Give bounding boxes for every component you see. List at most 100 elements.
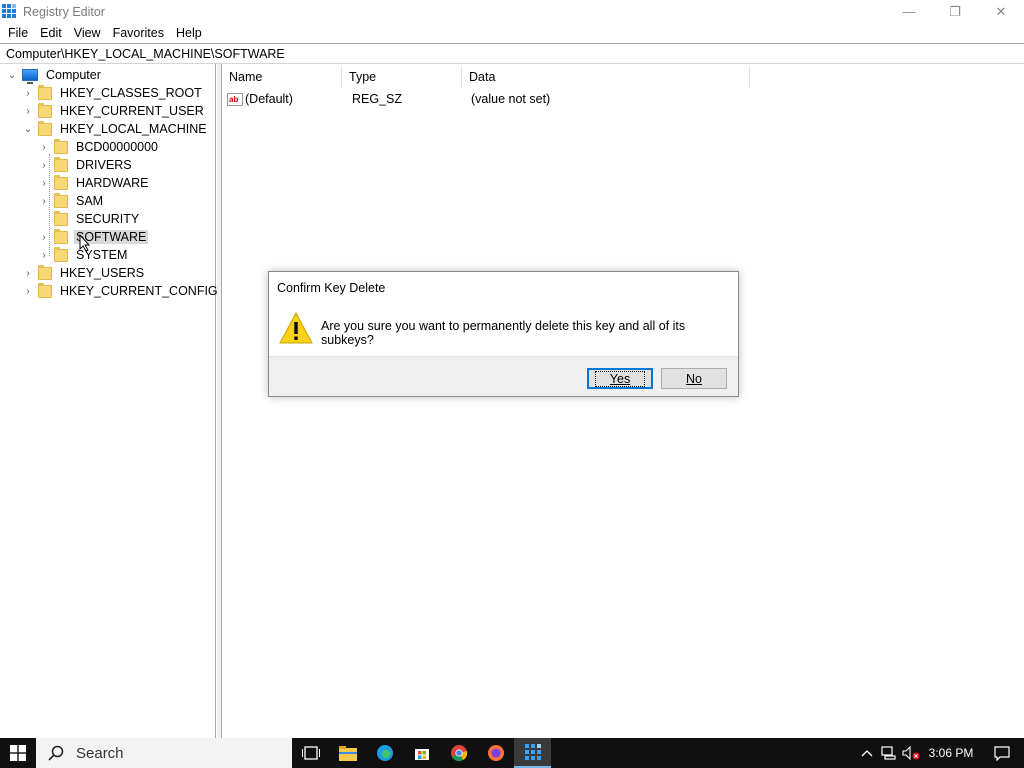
no-button-label: No [686, 371, 702, 386]
chevron-down-icon[interactable]: ⌄ [22, 123, 34, 135]
tree-item-drivers[interactable]: › DRIVERS [38, 156, 134, 174]
folder-icon [38, 264, 52, 280]
folder-icon [54, 246, 68, 262]
clock[interactable]: 3:06 PM [922, 746, 980, 760]
tree-item-software[interactable]: › SOFTWARE [38, 228, 149, 246]
yes-button-label: Yes [594, 370, 646, 387]
chrome-button[interactable] [440, 738, 477, 768]
menu-bar: File Edit View Favorites Help [0, 23, 1024, 42]
folder-icon [54, 156, 68, 172]
chevron-right-icon[interactable]: › [38, 177, 50, 189]
tree-item-hkey-local-machine[interactable]: ⌄ HKEY_LOCAL_MACHINE [22, 120, 209, 138]
tree-item-bcd00000000[interactable]: › BCD00000000 [38, 138, 160, 156]
registry-editor-taskbar-button[interactable] [514, 738, 551, 768]
tree-item-sam[interactable]: › SAM [38, 192, 105, 210]
chrome-icon [450, 745, 467, 762]
menu-edit[interactable]: Edit [34, 26, 68, 40]
task-view-button[interactable] [292, 738, 329, 768]
chevron-right-icon[interactable]: › [22, 105, 34, 117]
search-icon [48, 745, 64, 761]
show-hidden-icons-button[interactable] [856, 738, 878, 768]
firefox-button[interactable] [477, 738, 514, 768]
chevron-down-icon[interactable]: ⌄ [6, 69, 18, 81]
search-placeholder: Search [76, 744, 124, 762]
chevron-right-icon[interactable]: › [38, 249, 50, 261]
tree-item-computer[interactable]: ⌄ Computer [6, 66, 103, 84]
values-list-pane[interactable]: Name Type Data ab (Default) REG_SZ (valu… [221, 64, 1024, 738]
folder-icon [38, 102, 52, 118]
chevron-right-icon[interactable]: › [22, 267, 34, 279]
folder-icon [54, 228, 68, 244]
warning-icon [279, 312, 313, 344]
store-icon [414, 749, 429, 760]
folder-icon [54, 192, 68, 208]
taskbar-search-box[interactable]: Search [36, 738, 292, 768]
address-path: Computer\HKEY_LOCAL_MACHINE\SOFTWARE [6, 46, 285, 61]
chevron-up-icon [861, 750, 873, 757]
folder-icon [38, 282, 52, 298]
taskbar: Search 3:06 PM [0, 738, 1024, 768]
tree-item-hardware[interactable]: › HARDWARE [38, 174, 150, 192]
value-type: REG_SZ [352, 92, 403, 106]
action-center-button[interactable] [980, 738, 1024, 768]
chevron-right-icon[interactable]: › [38, 159, 50, 171]
folder-icon [54, 174, 68, 190]
menu-file[interactable]: File [2, 26, 34, 40]
minimize-button[interactable]: — [886, 0, 932, 23]
table-row[interactable]: ab (Default) REG_SZ (value not set) [222, 90, 550, 108]
task-view-icon [301, 746, 320, 760]
tree-item-hkey-current-user[interactable]: › HKEY_CURRENT_USER [22, 102, 206, 120]
folder-icon [54, 210, 68, 226]
value-name: (Default) [245, 92, 293, 106]
menu-help[interactable]: Help [170, 26, 208, 40]
chevron-right-icon[interactable]: › [22, 87, 34, 99]
registry-editor-icon [2, 3, 18, 20]
firefox-icon [487, 745, 504, 761]
chevron-right-icon[interactable]: › [38, 141, 50, 153]
computer-icon [22, 69, 38, 84]
network-button[interactable] [878, 738, 900, 768]
chevron-right-icon[interactable]: › [38, 231, 50, 243]
title-bar: Registry Editor — ❐ ✕ [0, 0, 1024, 23]
windows-logo-icon [10, 745, 26, 761]
edge-icon [376, 745, 393, 761]
tree-connector [38, 213, 50, 225]
no-button[interactable]: No [661, 368, 727, 389]
menu-view[interactable]: View [68, 26, 107, 40]
yes-button[interactable]: Yes [587, 368, 653, 389]
tree-item-hkey-classes-root[interactable]: › HKEY_CLASSES_ROOT [22, 84, 204, 102]
menu-favorites[interactable]: Favorites [107, 26, 170, 40]
close-button[interactable]: ✕ [978, 0, 1024, 23]
notification-icon [994, 745, 1010, 761]
address-bar[interactable]: Computer\HKEY_LOCAL_MACHINE\SOFTWARE [0, 43, 1024, 64]
chevron-right-icon[interactable]: › [38, 195, 50, 207]
file-explorer-button[interactable] [329, 738, 366, 768]
network-icon [881, 746, 896, 760]
store-button[interactable] [403, 738, 440, 768]
column-header-name[interactable]: Name [222, 66, 342, 88]
tree-item-hkey-users[interactable]: › HKEY_USERS [22, 264, 146, 282]
folder-icon [38, 120, 52, 136]
folder-icon [54, 138, 68, 154]
string-value-icon: ab [227, 92, 243, 106]
tree-item-security[interactable]: SECURITY [38, 210, 141, 228]
registry-editor-icon [524, 744, 541, 760]
restore-button[interactable]: ❐ [932, 0, 978, 23]
column-header-data[interactable]: Data [462, 66, 750, 88]
window-controls: — ❐ ✕ [886, 0, 1024, 23]
tree-pane[interactable]: ⌄ Computer › HKEY_CLASSES_ROOT › HKEY_CU… [0, 64, 218, 738]
start-button[interactable] [0, 738, 36, 768]
confirm-key-delete-dialog: Confirm Key Delete Are you sure you want… [268, 271, 739, 397]
window-title: Registry Editor [23, 4, 105, 19]
chevron-right-icon[interactable]: › [22, 285, 34, 297]
mouse-cursor-icon [79, 234, 91, 252]
dialog-footer: Yes No [269, 356, 738, 396]
volume-muted-icon [902, 746, 920, 760]
volume-button[interactable] [900, 738, 922, 768]
edge-button[interactable] [366, 738, 403, 768]
tree-item-hkey-current-config[interactable]: › HKEY_CURRENT_CONFIG [22, 282, 220, 300]
column-header-type[interactable]: Type [342, 66, 462, 88]
file-explorer-icon [338, 745, 357, 761]
folder-icon [38, 84, 52, 100]
dialog-message: Are you sure you want to permanently del… [321, 319, 686, 347]
